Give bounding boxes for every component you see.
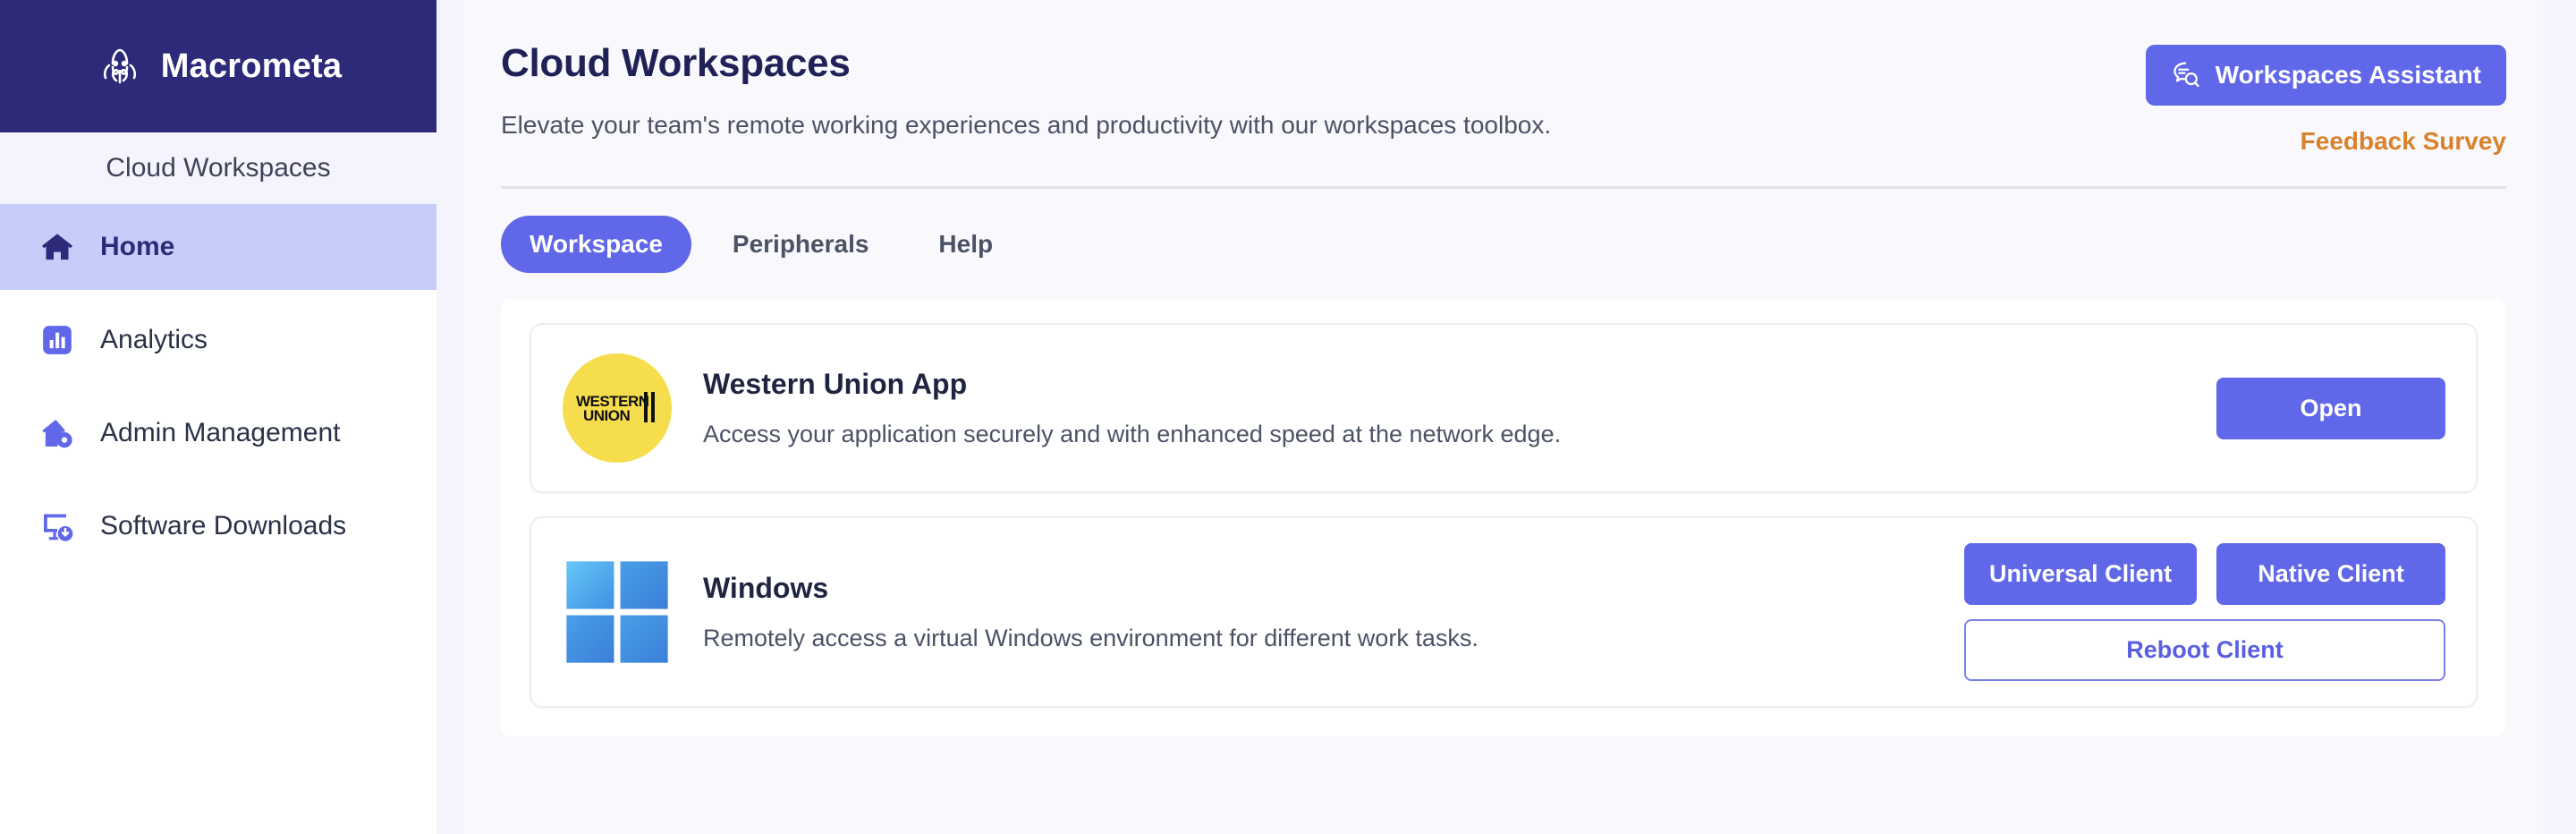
card-description: Access your application securely and wit… [703, 421, 1562, 447]
page-subtitle: Elevate your team's remote working exper… [501, 111, 1552, 139]
open-button[interactable]: Open [2216, 377, 2445, 439]
main-content: Cloud Workspaces Elevate your team's rem… [436, 0, 2576, 834]
header-divider [501, 186, 2506, 189]
card-description: Remotely access a virtual Windows enviro… [703, 625, 1479, 651]
sidebar-subtitle: Cloud Workspaces [0, 132, 436, 204]
tab-help[interactable]: Help [910, 216, 1021, 273]
octopus-icon [95, 44, 145, 89]
tab-workspace[interactable]: Workspace [501, 216, 691, 273]
chat-search-icon [2171, 60, 2201, 90]
page-header: Cloud Workspaces Elevate your team's rem… [501, 0, 2506, 156]
page-header-actions: Workspaces Assistant Feedback Survey [2145, 41, 2506, 156]
card-logo: WESTERN UNION [562, 353, 673, 463]
sidebar-item-home[interactable]: Home [0, 204, 436, 290]
sidebar-item-admin-management[interactable]: Admin Management [0, 390, 436, 476]
page-title: Cloud Workspaces [501, 41, 851, 85]
sidebar-item-software-downloads[interactable]: Software Downloads [0, 483, 436, 569]
card-body: Western Union App Access your applicatio… [673, 368, 2216, 448]
page-header-text: Cloud Workspaces Elevate your team's rem… [501, 41, 1551, 140]
house-gear-icon [38, 413, 77, 453]
tab-bar: Workspace Peripherals Help [501, 216, 2506, 273]
card-title: Western Union App [703, 368, 968, 400]
card-western-union-app: WESTERN UNION Western Union App Access y… [530, 323, 2478, 493]
sidebar-item-analytics[interactable]: Analytics [0, 297, 436, 383]
card-action-row: Universal Client Native Client [1964, 543, 2445, 605]
reboot-client-button[interactable]: Reboot Client [1964, 619, 2445, 681]
sidebar-item-label: Admin Management [100, 418, 341, 447]
app-root: Macrometa Cloud Workspaces Home Analytic… [0, 0, 2576, 834]
monitor-download-icon [38, 506, 77, 546]
card-logo [562, 559, 673, 665]
brand-header: Macrometa [0, 0, 436, 132]
card-actions: Universal Client Native Client Reboot Cl… [1964, 543, 2445, 681]
workspaces-assistant-label: Workspaces Assistant [2215, 61, 2481, 89]
feedback-survey-link[interactable]: Feedback Survey [2301, 127, 2506, 156]
bar-chart-icon [38, 320, 77, 360]
brand-name: Macrometa [160, 47, 343, 85]
svg-text:UNION: UNION [583, 407, 631, 424]
sidebar-nav: Home Analytics Admin Management Software… [0, 204, 436, 569]
card-windows: Windows Remotely access a virtual Window… [530, 516, 2478, 708]
native-client-button[interactable]: Native Client [2216, 543, 2445, 605]
universal-client-button[interactable]: Universal Client [1964, 543, 2197, 605]
content-panel: Cloud Workspaces Elevate your team's rem… [463, 0, 2544, 834]
tab-peripherals[interactable]: Peripherals [704, 216, 898, 273]
sidebar-item-label: Software Downloads [100, 511, 347, 540]
windows-logo [566, 561, 668, 663]
card-actions: Open [2216, 377, 2445, 439]
card-action-row: Open [2216, 377, 2445, 439]
card-title: Windows [703, 572, 829, 604]
western-union-logo: WESTERN UNION [563, 353, 672, 463]
workspaces-assistant-button[interactable]: Workspaces Assistant [2145, 45, 2506, 106]
home-icon [38, 227, 77, 267]
sidebar-item-label: Home [100, 232, 175, 261]
workspace-card-list: WESTERN UNION Western Union App Access y… [501, 300, 2506, 736]
sidebar: Macrometa Cloud Workspaces Home Analytic… [0, 0, 436, 834]
card-body: Windows Remotely access a virtual Window… [673, 572, 1964, 652]
sidebar-item-label: Analytics [100, 325, 208, 354]
